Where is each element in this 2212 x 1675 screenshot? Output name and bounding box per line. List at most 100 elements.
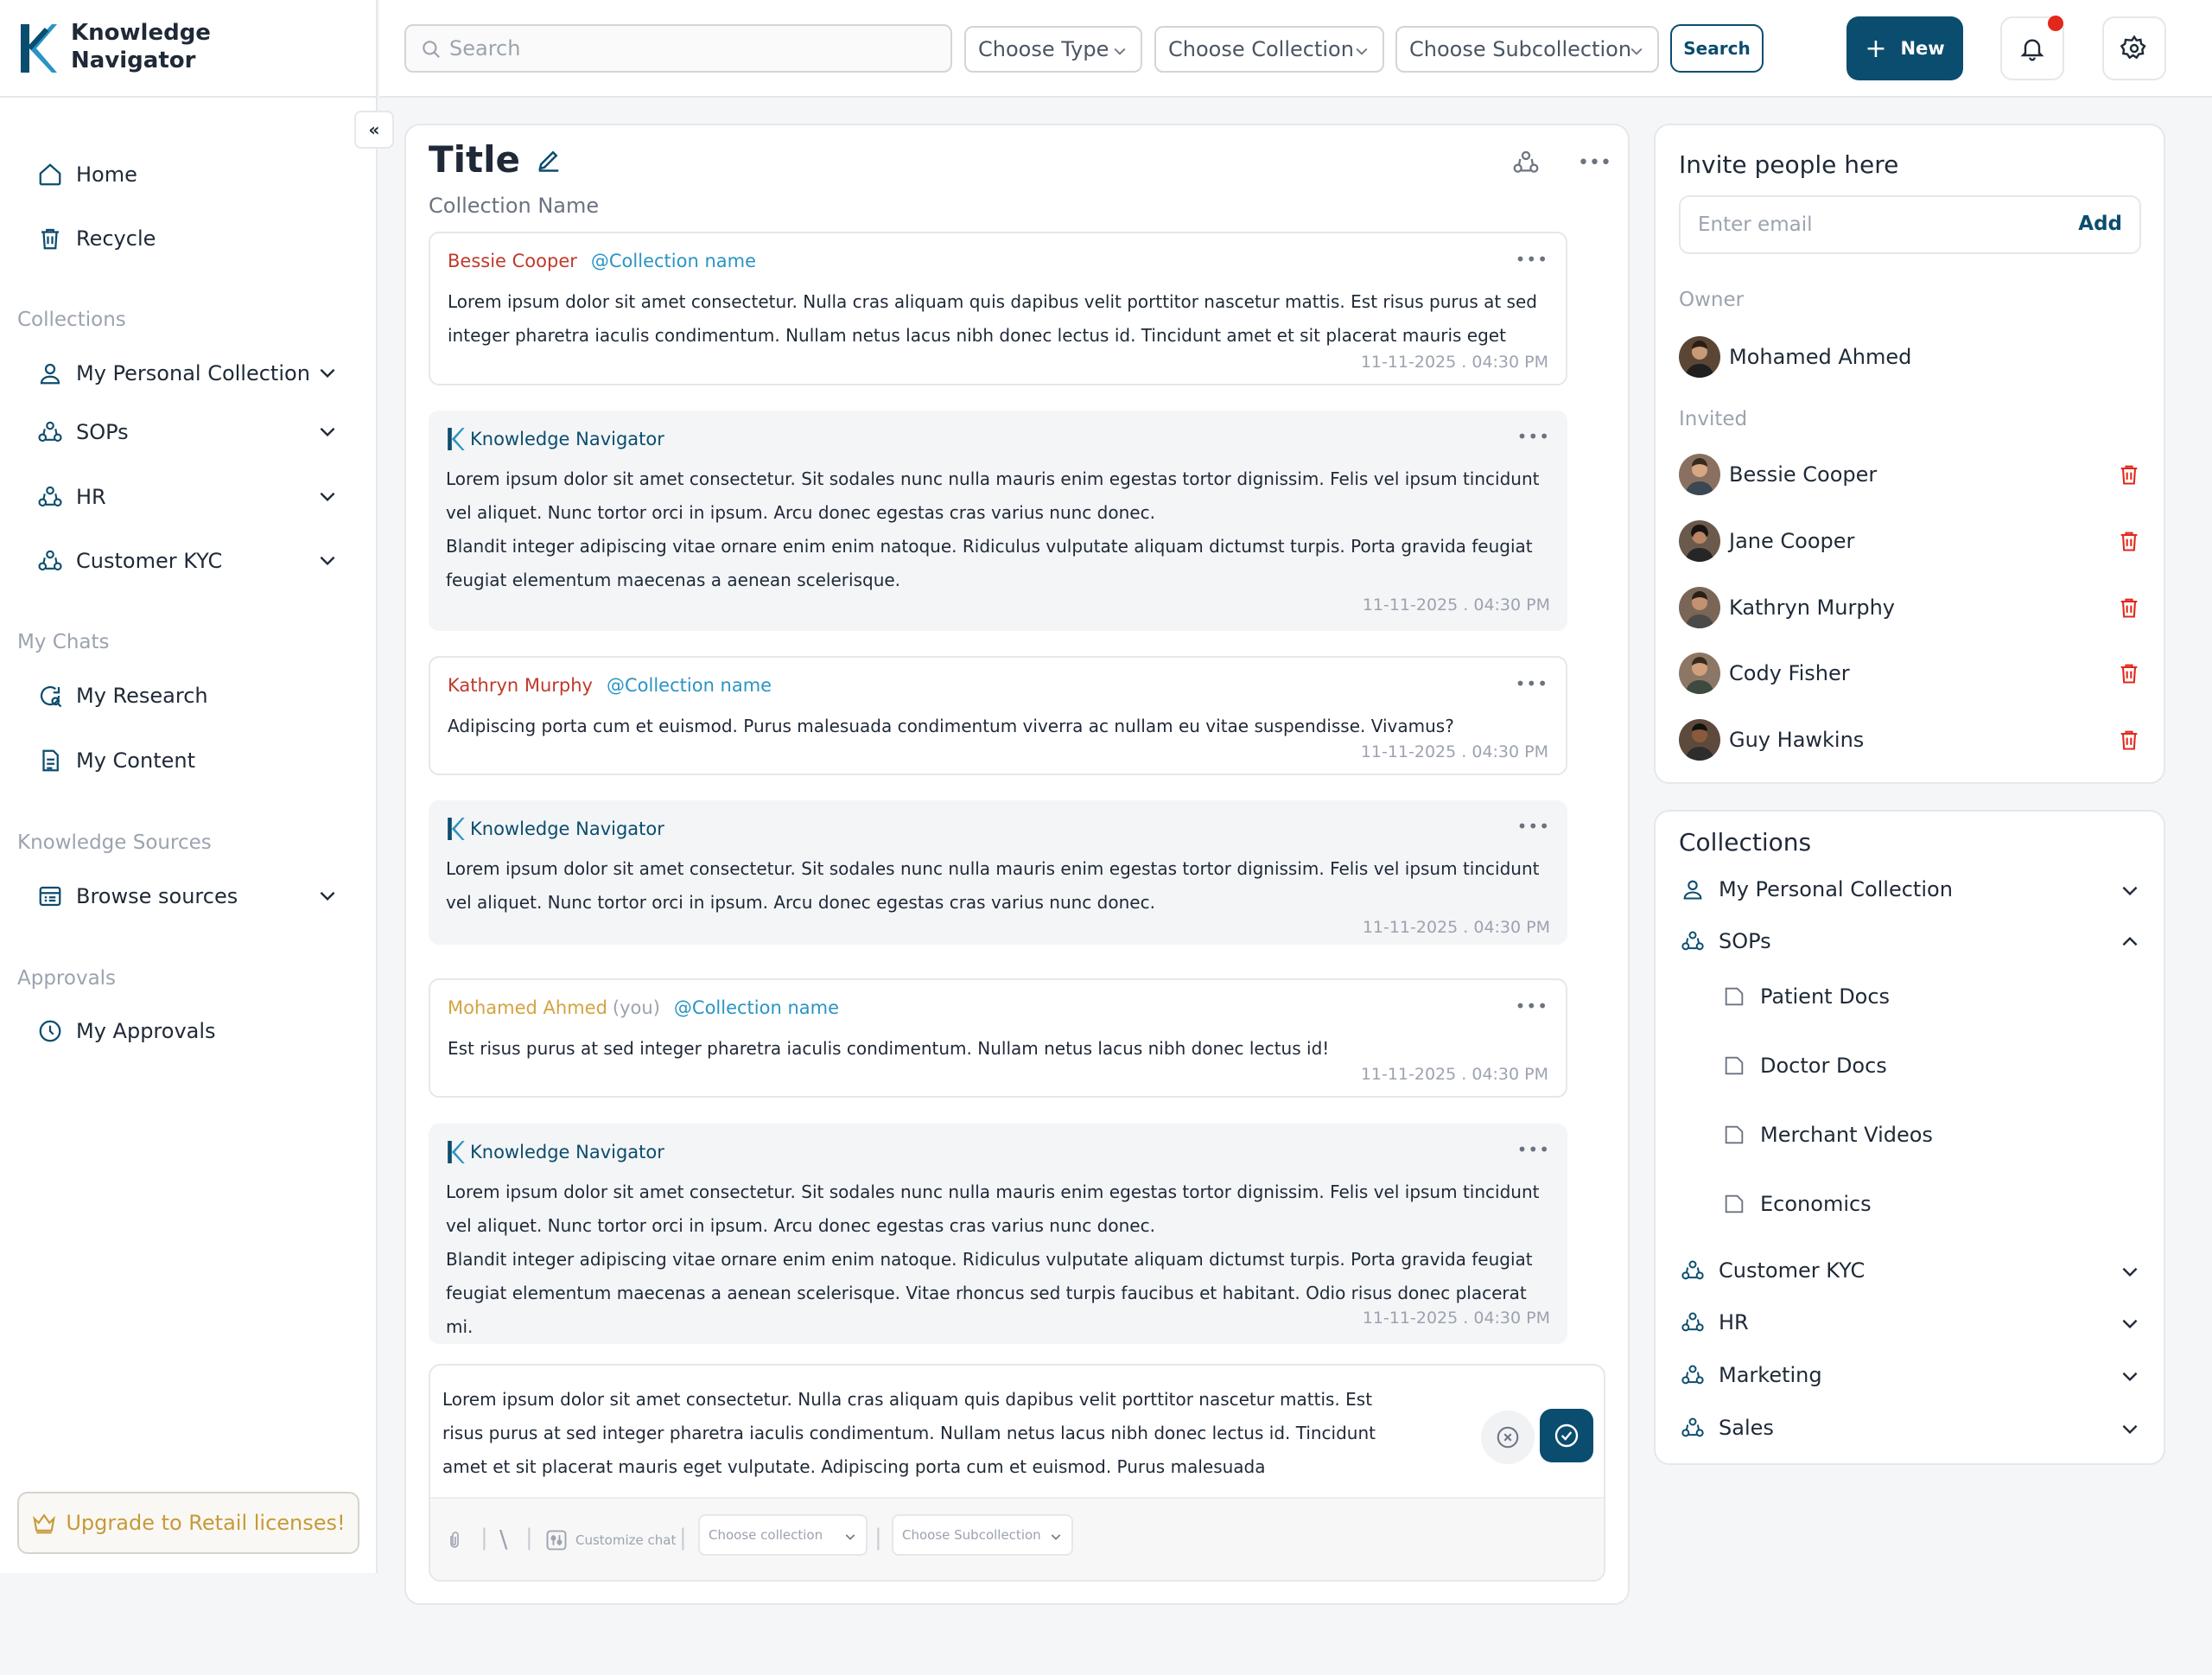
research-icon <box>35 680 66 711</box>
sidebar-item-browse-sources[interactable]: Browse sources <box>35 877 335 915</box>
message-mention[interactable]: @Collection name <box>591 251 756 271</box>
collection-item-label: Customer KYC <box>1719 1258 1866 1283</box>
composer-subcollection-dropdown[interactable]: Choose Subcollection <box>892 1514 1073 1556</box>
delete-icon[interactable] <box>2117 528 2141 554</box>
search-button[interactable]: Search <box>1670 24 1764 73</box>
chat-title-text: Title <box>429 138 521 181</box>
sidebar-item-my-approvals[interactable]: My Approvals <box>35 1012 216 1050</box>
chevron-down-icon[interactable] <box>316 884 339 907</box>
subcollection-dropdown-label: Choose Subcollection <box>1409 37 1632 61</box>
chevron-down-icon[interactable] <box>2119 1417 2141 1440</box>
collection-name: Collection Name <box>429 194 600 218</box>
subcollection-label: Doctor Docs <box>1760 1054 1887 1078</box>
collapse-sidebar-button[interactable]: « <box>354 111 394 149</box>
edit-icon[interactable] <box>536 147 562 173</box>
cancel-edit-button[interactable] <box>1481 1411 1535 1464</box>
more-options-icon[interactable]: ••• <box>1578 152 1611 174</box>
trash-icon <box>35 223 66 254</box>
delete-icon[interactable] <box>2117 595 2141 621</box>
message-author[interactable]: Mohamed Ahmed <box>448 997 607 1018</box>
sidebar-item-recycle[interactable]: Recycle <box>35 220 156 258</box>
chevron-down-icon <box>1628 42 1645 60</box>
chevron-down-icon[interactable] <box>2119 1312 2141 1334</box>
message-mention[interactable]: @Collection name <box>674 997 839 1018</box>
section-label-collections: Collections <box>17 309 126 331</box>
sidebar-item-sops[interactable]: SOPs <box>35 413 335 451</box>
upgrade-button[interactable]: Upgrade to Retail licenses! <box>17 1492 359 1554</box>
type-dropdown[interactable]: Choose Type <box>964 26 1142 73</box>
new-button[interactable]: + New <box>1847 16 1963 80</box>
sidebar-item-customer-kyc[interactable]: Customer KYC <box>35 542 335 580</box>
collection-item-hr[interactable]: HR <box>1679 1303 2141 1341</box>
collection-item-sales[interactable]: Sales <box>1679 1409 2141 1447</box>
message-timestamp: 11-11-2025 . 04:30 PM <box>1360 1065 1548 1084</box>
sidebar-item-my-research[interactable]: My Research <box>35 677 208 715</box>
sidebar-item-my-personal-collection[interactable]: My Personal Collection <box>35 354 335 392</box>
delete-icon[interactable] <box>2117 727 2141 753</box>
message-more-icon[interactable]: ••• <box>1517 816 1550 837</box>
delete-icon[interactable] <box>2117 462 2141 487</box>
sidebar-item-home[interactable]: Home <box>35 156 137 194</box>
chevron-down-icon[interactable] <box>316 549 339 571</box>
message-more-icon[interactable]: ••• <box>1516 673 1548 694</box>
message-more-icon[interactable]: ••• <box>1517 426 1550 447</box>
share-group-icon[interactable] <box>1512 149 1540 176</box>
brand[interactable]: Knowledge Navigator <box>0 0 378 98</box>
subcollection-dropdown[interactable]: Choose Subcollection <box>1395 26 1659 73</box>
customize-chat-button[interactable]: Customize chat <box>544 1528 676 1552</box>
sidebar-item-label: Customer KYC <box>76 549 223 573</box>
upgrade-label: Upgrade to Retail licenses! <box>66 1511 346 1535</box>
sidebar-item-hr[interactable]: HR <box>35 478 335 516</box>
message-header: Bessie Cooper @Collection name <box>448 251 756 271</box>
chevron-down-icon[interactable] <box>2119 1365 2141 1387</box>
collection-item-customer-kyc[interactable]: Customer KYC <box>1679 1251 2141 1290</box>
avatar <box>1679 520 1720 562</box>
message-author[interactable]: Bessie Cooper <box>448 251 577 271</box>
message-timestamp: 11-11-2025 . 04:30 PM <box>1360 742 1548 761</box>
subcollection-item[interactable]: Doctor Docs <box>1722 1047 1887 1085</box>
bot-logo-icon <box>446 1141 465 1163</box>
subcollection-item[interactable]: Economics <box>1722 1185 1872 1223</box>
settings-button[interactable] <box>2102 16 2166 80</box>
delete-icon[interactable] <box>2117 660 2141 686</box>
sidebar-item-label: HR <box>76 485 106 509</box>
slash-command-icon[interactable]: \ <box>499 1525 507 1553</box>
collection-item-sops[interactable]: SOPs <box>1679 922 2141 960</box>
subcollection-item[interactable]: Patient Docs <box>1722 978 1890 1016</box>
add-invite-button[interactable]: Add <box>2078 213 2122 235</box>
message-mention[interactable]: @Collection name <box>607 675 772 696</box>
chevron-down-icon[interactable] <box>316 485 339 507</box>
chevron-up-icon[interactable] <box>2119 931 2141 953</box>
chevron-down-icon[interactable] <box>316 420 339 443</box>
sidebar-item-label: My Content <box>76 748 195 773</box>
subcollection-item[interactable]: Merchant Videos <box>1722 1116 1933 1154</box>
search-input[interactable]: Search <box>404 24 952 73</box>
invited-person-row: Kathryn Murphy <box>1679 586 2141 629</box>
message-more-icon[interactable]: ••• <box>1517 1139 1550 1160</box>
collection-dropdown[interactable]: Choose Collection <box>1154 26 1384 73</box>
group-icon <box>35 417 66 448</box>
confirm-edit-button[interactable] <box>1540 1409 1593 1462</box>
type-dropdown-label: Choose Type <box>978 37 1109 61</box>
home-icon <box>35 159 66 190</box>
chevron-down-icon[interactable] <box>2119 879 2141 901</box>
attach-icon[interactable] <box>444 1528 465 1552</box>
sidebar-item-label: My Research <box>76 684 208 708</box>
owner-name: Mohamed Ahmed <box>1729 345 1912 369</box>
folder-icon <box>1722 1123 1746 1147</box>
folder-icon <box>1722 1054 1746 1078</box>
subcollection-label: Merchant Videos <box>1760 1123 1933 1147</box>
message-more-icon[interactable]: ••• <box>1516 249 1548 270</box>
chevron-down-icon[interactable] <box>316 361 339 384</box>
collection-item-my-personal-collection[interactable]: My Personal Collection <box>1679 870 2141 908</box>
sidebar-item-my-content[interactable]: My Content <box>35 742 195 780</box>
chevron-down-icon <box>1049 1530 1063 1544</box>
email-input[interactable]: Enter email Add <box>1679 195 2141 254</box>
message-author[interactable]: Kathryn Murphy <box>448 675 593 696</box>
composer-collection-dropdown[interactable]: Choose collection <box>698 1514 868 1556</box>
message-more-icon[interactable]: ••• <box>1516 996 1548 1016</box>
chevron-down-icon[interactable] <box>2119 1260 2141 1283</box>
composer-input[interactable]: Lorem ipsum dolor sit amet consectetur. … <box>442 1383 1376 1485</box>
document-icon <box>35 745 66 776</box>
collection-item-marketing[interactable]: Marketing <box>1679 1356 2141 1394</box>
